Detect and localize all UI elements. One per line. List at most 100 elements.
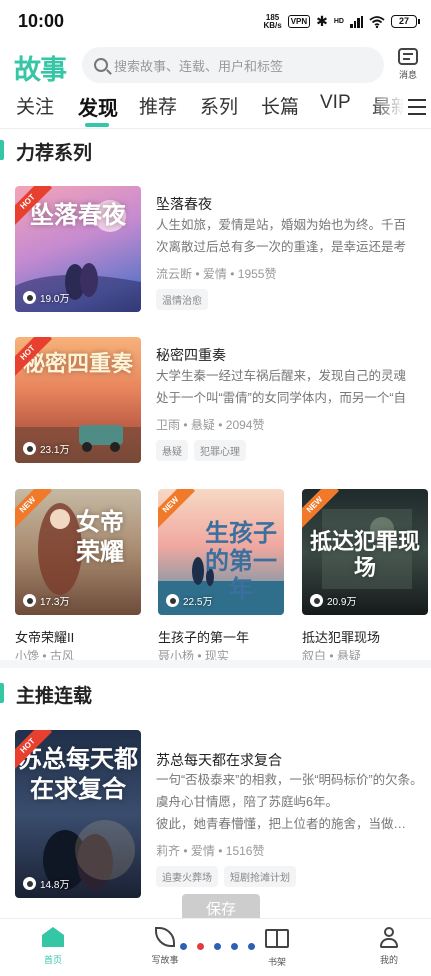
tab-series[interactable]: 系列	[200, 92, 238, 119]
tab-discover[interactable]: 发现	[78, 92, 118, 121]
network-speed: 185 KB/s	[263, 13, 282, 30]
read-count: 19.0万	[23, 290, 69, 305]
section-accent-bar	[0, 140, 4, 160]
page-indicator-dots	[180, 943, 255, 950]
author[interactable]: 卫雨	[156, 418, 180, 432]
read-count: 14.8万	[23, 876, 69, 891]
author[interactable]: 莉齐	[156, 844, 180, 858]
author[interactable]: 流云断	[156, 267, 192, 281]
read-count-value: 20.9万	[327, 597, 357, 608]
cover-title: 女帝荣耀	[76, 507, 124, 566]
category: 爱情	[190, 844, 215, 858]
dot	[214, 943, 221, 950]
dot	[180, 943, 187, 950]
dot	[248, 943, 255, 950]
book-cover[interactable]: 坠落春夜 HOT 19.0万	[15, 186, 141, 312]
book-title[interactable]: 坠落春夜	[156, 194, 212, 214]
eye-icon	[310, 594, 323, 607]
search-placeholder: 搜索故事、连载、用户和标签	[114, 58, 284, 74]
tag[interactable]: 温情治愈	[156, 289, 208, 310]
dot	[231, 943, 238, 950]
tag-list: 追妻火葬场 短剧抢滩计划	[156, 866, 296, 887]
book-description: 大学生秦一经过车祸后醒来，发现自己的灵魂处于一个叫“雷倩”的女同学体内，而另一个…	[156, 369, 407, 405]
tag-list: 温情治愈	[156, 289, 208, 310]
read-count-value: 19.0万	[40, 294, 70, 305]
description-line: 彼此，她青春懵懂，把上位者的施舍，当做隐忍…	[156, 817, 418, 831]
message-icon	[398, 48, 418, 65]
app-header: 故事 搜索故事、连载、用户和标签 消息	[0, 44, 431, 86]
tag[interactable]: 犯罪心理	[194, 440, 246, 461]
feather-icon	[155, 927, 175, 947]
likes: 2094赞	[225, 418, 265, 432]
messages-label: 消息	[398, 70, 417, 80]
book-cover[interactable]: 秘密四重奏 HOT 23.1万	[15, 337, 141, 463]
tab-long[interactable]: 长篇	[261, 92, 299, 119]
cover-title: 生孩子的第一年	[205, 518, 277, 603]
read-count-value: 17.3万	[40, 597, 70, 608]
book-title[interactable]: 生孩子的第一年	[158, 627, 249, 646]
read-count: 20.9万	[310, 593, 356, 608]
nav-me[interactable]: 我的	[354, 927, 424, 966]
menu-icon[interactable]	[408, 99, 426, 120]
book-cover[interactable]: 女帝荣耀 NEW 17.3万	[15, 489, 141, 615]
book-title[interactable]: 抵达犯罪现场	[302, 627, 380, 646]
network-speed-unit: KB/s	[263, 20, 282, 30]
tab-follow[interactable]: 关注	[16, 92, 54, 119]
hd-icon: HD	[333, 18, 344, 25]
tag[interactable]: 悬疑	[156, 440, 188, 461]
signal-icon	[350, 15, 363, 28]
description-line: 一句“否极泰来”的相救，一张“明码标价”的欠条。	[156, 773, 418, 787]
divider	[0, 128, 431, 129]
book-title[interactable]: 苏总每天都在求复合	[156, 750, 282, 770]
tag[interactable]: 短剧抢滩计划	[224, 866, 296, 887]
bookshelf-icon	[265, 929, 289, 948]
book-title[interactable]: 秘密四重奏	[156, 345, 226, 365]
book-description: 一句“否极泰来”的相救，一张“明码标价”的欠条。 虞舟心甘情愿，陪了苏庭屿6年。…	[156, 769, 418, 835]
eye-icon	[23, 442, 36, 455]
section-accent-bar	[0, 683, 4, 703]
read-count: 17.3万	[23, 593, 69, 608]
nav-label: 首页	[43, 955, 62, 965]
read-count-value: 14.8万	[40, 880, 70, 891]
book-meta: 卫雨 • 悬疑 • 2094赞	[156, 418, 265, 432]
tab-vip[interactable]: VIP	[320, 92, 351, 114]
status-time: 10:00	[18, 11, 65, 31]
search-bar[interactable]: 搜索故事、连载、用户和标签	[82, 47, 384, 83]
book-description: 人生如旅，爱情是站，婚姻为始也为终。千百次离散过后总有多一次的重逢，是幸运还是考…	[156, 218, 407, 254]
likes: 1955赞	[237, 267, 277, 281]
wifi-icon	[369, 15, 385, 28]
cover-title: 抵达犯罪现场	[309, 529, 420, 581]
tag[interactable]: 追妻火葬场	[156, 866, 218, 887]
section-divider	[0, 660, 431, 668]
battery-icon: 27	[391, 15, 420, 28]
messages-button[interactable]: 消息	[393, 48, 423, 81]
tab-recommend[interactable]: 推荐	[139, 92, 177, 119]
eye-icon	[166, 594, 179, 607]
category-tabs: 关注 发现 推荐 系列 长篇 VIP 最新	[0, 88, 431, 128]
book-meta: 流云断 • 爱情 • 1955赞	[156, 267, 277, 281]
active-tab-indicator	[85, 123, 109, 127]
book-cover[interactable]: 生孩子的第一年 NEW 22.5万	[158, 489, 284, 615]
book-cover[interactable]: 抵达犯罪现场 NEW 20.9万	[302, 489, 428, 615]
read-count-value: 23.1万	[40, 445, 70, 456]
user-icon	[379, 927, 399, 949]
eye-icon	[23, 877, 36, 890]
dot	[197, 943, 204, 950]
status-bar: 10:00 185 KB/s VPN ✱ HD 27	[0, 0, 431, 44]
category: 悬疑	[190, 418, 215, 432]
eye-icon	[23, 291, 36, 304]
book-cover[interactable]: 苏总每天都在求复合 HOT 14.8万	[15, 730, 141, 898]
section-title: 力荐系列	[16, 143, 93, 164]
app-logo[interactable]: 故事	[14, 48, 67, 87]
book-title[interactable]: 女帝荣耀II	[15, 627, 74, 646]
tag-list: 悬疑 犯罪心理	[156, 440, 246, 461]
read-count-value: 22.5万	[183, 597, 213, 608]
likes: 1516赞	[225, 844, 265, 858]
nav-label: 写故事	[151, 955, 179, 965]
nav-label: 我的	[379, 955, 398, 965]
search-icon	[94, 58, 108, 72]
status-icons: 185 KB/s VPN ✱ HD 27	[263, 13, 420, 30]
category: 爱情	[202, 267, 227, 281]
book-meta: 莉齐 • 爱情 • 1516赞	[156, 844, 265, 858]
nav-home[interactable]: 首页	[18, 927, 88, 966]
